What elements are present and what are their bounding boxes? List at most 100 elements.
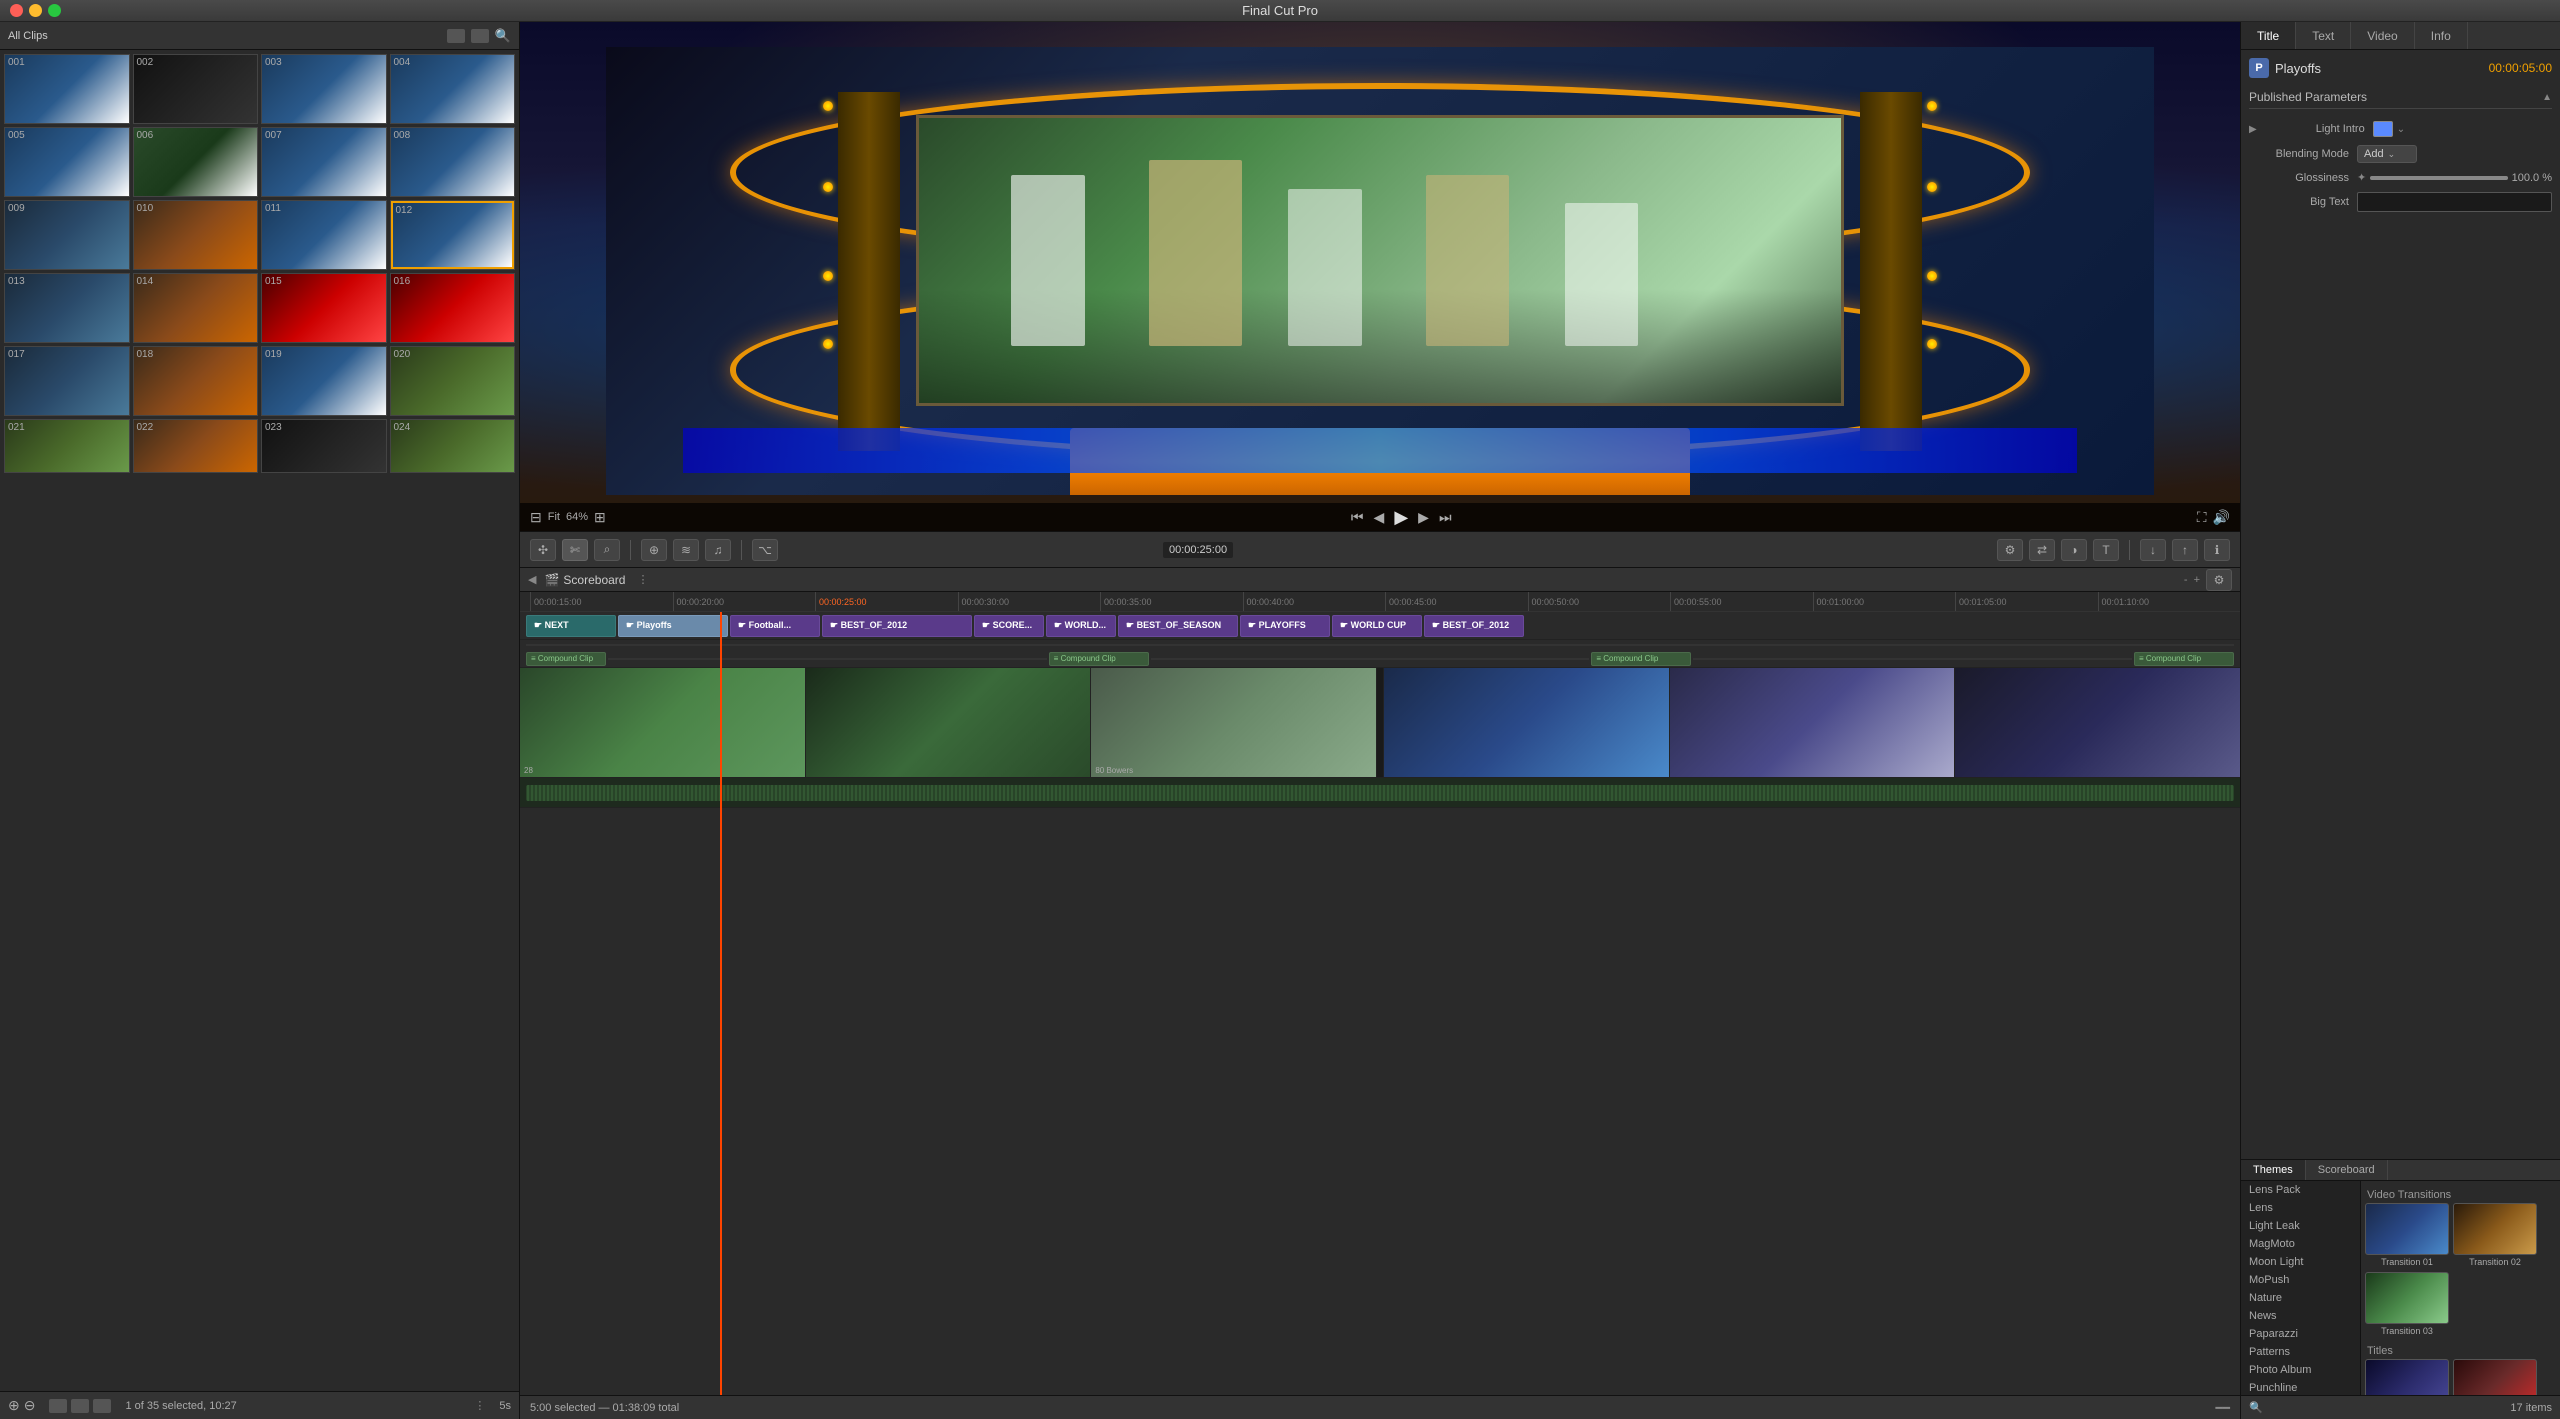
tool-zoom[interactable]: ⌕ [594, 539, 620, 561]
tool-settings[interactable]: ⚙ [1997, 539, 2023, 561]
back-nav-icon[interactable]: ◀ [528, 573, 536, 586]
clip-012[interactable]: 012 [390, 200, 516, 270]
clip-020[interactable]: 020 [390, 346, 516, 416]
clip-021[interactable]: 021 [4, 419, 130, 473]
clip-013[interactable]: 013 [4, 273, 130, 343]
clip-023[interactable]: 023 [261, 419, 387, 473]
clip-007[interactable]: 007 [261, 127, 387, 197]
effect-transition-02[interactable]: Transition 02 [2453, 1203, 2537, 1268]
clip-017[interactable]: 017 [4, 346, 130, 416]
tab-scoreboard[interactable]: Scoreboard [2306, 1160, 2388, 1180]
tool-transcode[interactable]: ↓ [2140, 539, 2166, 561]
fullscreen-icon[interactable]: ⛶ [2197, 509, 2207, 526]
audio-icon[interactable]: 🔊 [2213, 509, 2230, 526]
clip-005[interactable]: 005 [4, 127, 130, 197]
fast-forward-icon[interactable]: ⏭ [1439, 509, 1452, 526]
cat-news[interactable]: News [2241, 1307, 2360, 1325]
clip-playoffs2[interactable]: ☛ PLAYOFFS [1240, 615, 1330, 637]
clip-019[interactable]: 019 [261, 346, 387, 416]
clip-football[interactable]: ☛ Football... [730, 615, 820, 637]
clip-011[interactable]: 011 [261, 200, 387, 270]
prev-frame-icon[interactable]: ◀ [1374, 509, 1385, 526]
zoom-in-icon[interactable]: ⊞ [594, 509, 606, 526]
cat-patterns[interactable]: Patterns [2241, 1343, 2360, 1361]
clip-009[interactable]: 009 [4, 200, 130, 270]
clip-015[interactable]: 015 [261, 273, 387, 343]
cat-lens-pack[interactable]: Lens Pack [2241, 1181, 2360, 1199]
timeline-zoom-out[interactable]: - [2184, 574, 2188, 586]
maximize-button[interactable] [48, 4, 61, 17]
clip-best-2012-1[interactable]: ☛ BEST_OF_2012 [822, 615, 972, 637]
search-effects-icon[interactable]: 🔍 [2249, 1401, 2263, 1414]
clip-world[interactable]: ☛ WORLD... [1046, 615, 1116, 637]
list-view-icon[interactable] [93, 1399, 111, 1413]
clip-008[interactable]: 008 [390, 127, 516, 197]
rewind-icon[interactable]: ⏮ [1351, 509, 1364, 526]
clip-003[interactable]: 003 [261, 54, 387, 124]
effect-around-screens[interactable]: Around Screens [2365, 1359, 2449, 1395]
timeline-zoom-in[interactable]: + [2194, 574, 2200, 586]
cat-light-leak[interactable]: Light Leak [2241, 1217, 2360, 1235]
playhead[interactable] [720, 612, 722, 1395]
add-clip-icon[interactable]: ⊕ [8, 1397, 20, 1414]
clip-024[interactable]: 024 [390, 419, 516, 473]
light-intro-arrow[interactable]: ⌄ [2397, 124, 2405, 135]
timeline-action-icon[interactable]: ⋮ [637, 573, 648, 586]
effect-transition-03[interactable]: Transition 03 [2365, 1272, 2449, 1337]
cat-photo-album[interactable]: Photo Album [2241, 1361, 2360, 1379]
minimize-button[interactable] [29, 4, 42, 17]
clip-004[interactable]: 004 [390, 54, 516, 124]
grid-size-icon[interactable] [71, 1399, 89, 1413]
view-toggle-icon[interactable] [49, 1399, 67, 1413]
clip-best-season[interactable]: ☛ BEST_OF_SEASON [1118, 615, 1238, 637]
cat-punchline[interactable]: Punchline [2241, 1379, 2360, 1395]
timeline-zoom-slider[interactable]: ━━ [2216, 1401, 2230, 1415]
tool-snapping[interactable]: ⊕ [641, 539, 667, 561]
clip-018[interactable]: 018 [133, 346, 259, 416]
search-icon[interactable]: 🔍 [495, 28, 511, 44]
clip-001[interactable]: 001 [4, 54, 130, 124]
clip-worldcup[interactable]: ☛ WORLD CUP [1332, 615, 1422, 637]
tool-inspector[interactable]: ℹ [2204, 539, 2230, 561]
view-list-icon[interactable] [471, 29, 489, 43]
tool-title[interactable]: T [2093, 539, 2119, 561]
tool-color[interactable]: ◑ [2061, 539, 2087, 561]
param-chevron[interactable]: ▶ [2249, 124, 2257, 135]
cat-magmoto[interactable]: MagMoto [2241, 1235, 2360, 1253]
clip-best-2012-2[interactable]: ☛ BEST_OF_2012 [1424, 615, 1524, 637]
remove-clip-icon[interactable]: ⊖ [24, 1397, 36, 1414]
tab-title[interactable]: Title [2241, 22, 2296, 49]
timeline-settings[interactable]: ⚙ [2206, 569, 2232, 591]
clip-002[interactable]: 002 [133, 54, 259, 124]
clip-playoffs[interactable]: ☛ Playoffs [618, 615, 728, 637]
effect-around-wall[interactable]: Around the Wall [2453, 1359, 2537, 1395]
play-icon[interactable]: ▶ [1394, 507, 1408, 528]
tab-themes[interactable]: Themes [2241, 1160, 2306, 1180]
close-button[interactable] [10, 4, 23, 17]
tool-select[interactable]: ✣ [530, 539, 556, 561]
clip-010[interactable]: 010 [133, 200, 259, 270]
tool-skimming[interactable]: ≋ [673, 539, 699, 561]
glossiness-slider[interactable] [2370, 176, 2507, 180]
tool-audio-skimming[interactable]: ♫ [705, 539, 731, 561]
zoom-out-icon[interactable]: ⊟ [530, 509, 542, 526]
tab-info[interactable]: Info [2415, 22, 2468, 49]
clip-016[interactable]: 016 [390, 273, 516, 343]
cat-nature[interactable]: Nature [2241, 1289, 2360, 1307]
next-frame-icon[interactable]: ▶ [1418, 509, 1429, 526]
clip-appearance-icon[interactable]: ⋮ [474, 1399, 485, 1412]
clip-next[interactable]: ☛ NEXT [526, 615, 616, 637]
tool-share[interactable]: ↑ [2172, 539, 2198, 561]
tool-trim[interactable]: ⇄ [2029, 539, 2055, 561]
clip-022[interactable]: 022 [133, 419, 259, 473]
cat-moon-light[interactable]: Moon Light [2241, 1253, 2360, 1271]
tool-blade[interactable]: ✄ [562, 539, 588, 561]
tool-connections[interactable]: ⌥ [752, 539, 778, 561]
blending-mode-select[interactable]: Add ⌄ [2357, 145, 2417, 163]
tab-video[interactable]: Video [2351, 22, 2414, 49]
expand-icon[interactable]: ▲ [2542, 92, 2552, 103]
view-grid-icon[interactable] [447, 29, 465, 43]
cat-paparazzi[interactable]: Paparazzi [2241, 1325, 2360, 1343]
clip-006[interactable]: 006 [133, 127, 259, 197]
cat-lens[interactable]: Lens [2241, 1199, 2360, 1217]
